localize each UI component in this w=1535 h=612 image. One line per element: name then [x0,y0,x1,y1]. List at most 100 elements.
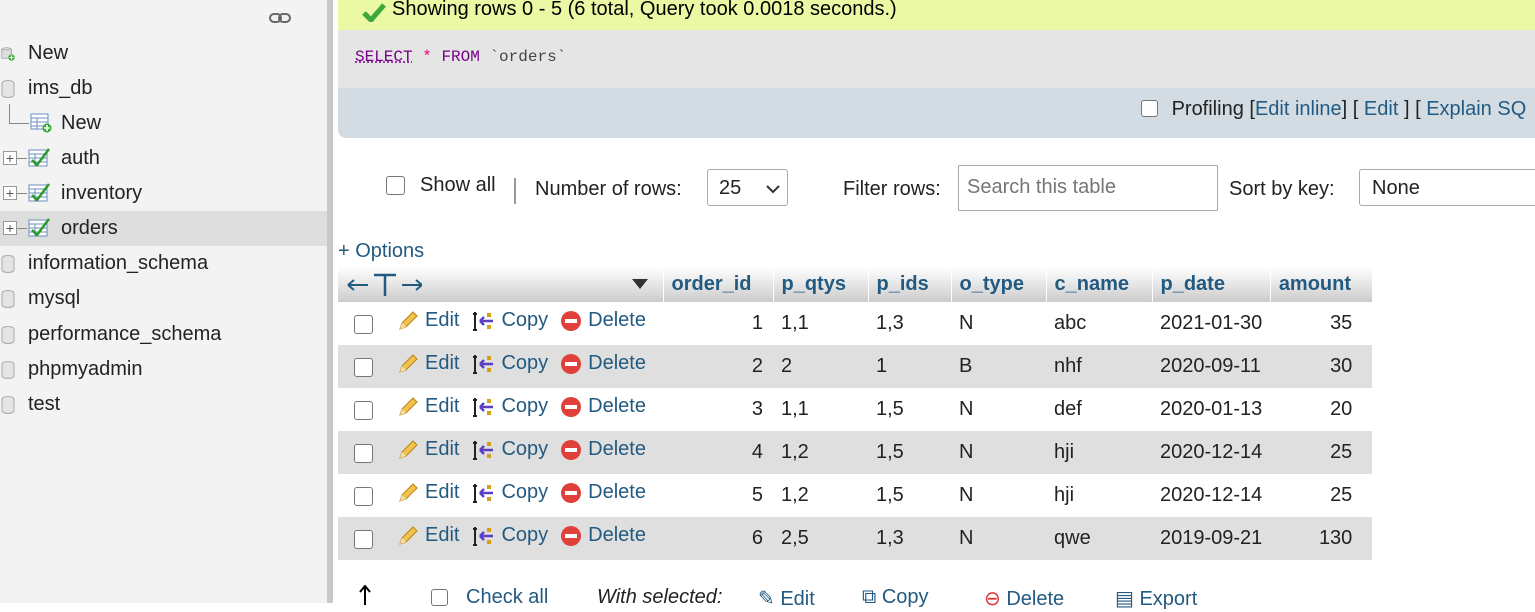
edit-row-button[interactable]: Edit [397,352,459,375]
delete-row-button[interactable]: Delete [560,352,646,375]
edit-row-button[interactable]: Edit [397,309,459,332]
sidebar-item-mysql[interactable]: mysql [0,281,327,316]
cell-order-id[interactable]: 3 [663,388,773,431]
cell-o-type[interactable]: N [951,474,1046,517]
cell-p-ids[interactable]: 1,5 [868,388,951,431]
copy-row-button[interactable]: Copy [471,524,548,547]
copy-row-button[interactable]: Copy [471,481,548,504]
profiling-checkbox[interactable] [1141,100,1158,117]
bulk-delete-button[interactable]: ⊖ Delete [984,586,1064,611]
expand-icon[interactable]: + [3,186,17,200]
row-checkbox[interactable] [354,400,373,420]
cell-c-name[interactable]: abc [1046,302,1152,345]
sidebar-item-performance-schema[interactable]: performance_schema [0,317,327,352]
bulk-export-button[interactable]: ▤ Export [1115,586,1197,611]
filter-rows-input[interactable]: Search this table [958,165,1218,211]
column-header-order-id[interactable]: order_id [663,267,774,302]
row-checkbox[interactable] [354,357,373,377]
cell-c-name[interactable]: def [1046,388,1152,431]
cell-p-date[interactable]: 2021-01-30 [1152,302,1271,345]
column-header-p-date[interactable]: p_date [1152,267,1271,302]
cell-amount[interactable]: 20 [1270,388,1373,431]
sidebar-item-new[interactable]: New [0,36,327,71]
cell-amount[interactable]: 25 [1270,431,1373,474]
bulk-copy-button[interactable]: ⧉ Copy [862,586,929,609]
copy-row-button[interactable]: Copy [471,309,548,332]
cell-p-qtys[interactable]: 2,5 [773,517,868,560]
check-all-checkbox[interactable] [431,589,448,606]
cell-o-type[interactable]: B [951,345,1046,388]
cell-order-id[interactable]: 4 [663,431,773,474]
cell-p-ids[interactable]: 1,5 [868,474,951,517]
edit-row-button[interactable]: Edit [397,438,459,461]
cell-p-qtys[interactable]: 1,1 [773,302,868,345]
options-toggle[interactable]: + Options [338,240,424,263]
cell-p-qtys[interactable]: 1,2 [773,431,868,474]
cell-p-date[interactable]: 2020-12-14 [1152,431,1271,474]
column-header-c-name[interactable]: c_name [1046,267,1153,302]
cell-p-date[interactable]: 2020-12-14 [1152,474,1271,517]
resize-columns-icon[interactable] [346,272,422,298]
row-checkbox[interactable] [354,443,373,463]
cell-p-qtys[interactable]: 1,2 [773,474,868,517]
cell-p-ids[interactable]: 1 [868,345,951,388]
cell-amount[interactable]: 25 [1270,474,1373,517]
column-header-amount[interactable]: amount [1270,267,1373,302]
cell-amount[interactable]: 35 [1270,302,1373,345]
cell-order-id[interactable]: 6 [663,517,773,560]
cell-order-id[interactable]: 2 [663,345,773,388]
cell-p-date[interactable]: 2020-01-13 [1152,388,1271,431]
number-of-rows-select[interactable]: 25 [707,169,788,206]
cell-p-qtys[interactable]: 1,1 [773,388,868,431]
copy-row-button[interactable]: Copy [471,352,548,375]
delete-row-button[interactable]: Delete [560,309,646,332]
sidebar-item-test[interactable]: test [0,387,327,422]
cell-c-name[interactable]: hji [1046,474,1152,517]
cell-c-name[interactable]: qwe [1046,517,1152,560]
sidebar-item-auth[interactable]: + auth [0,141,327,176]
row-checkbox[interactable] [354,314,373,334]
cell-o-type[interactable]: N [951,302,1046,345]
sidebar-item-inventory[interactable]: + inventory [0,176,327,211]
delete-row-button[interactable]: Delete [560,524,646,547]
explain-sql-link[interactable]: Explain SQ [1426,98,1526,120]
column-header-o-type[interactable]: o_type [951,267,1047,302]
cell-o-type[interactable]: N [951,431,1046,474]
check-all-link[interactable]: Check all [466,586,548,609]
cell-p-ids[interactable]: 1,3 [868,302,951,345]
edit-row-button[interactable]: Edit [397,524,459,547]
copy-row-button[interactable]: Copy [471,395,548,418]
sort-by-key-select[interactable]: None [1359,169,1535,206]
delete-row-button[interactable]: Delete [560,438,646,461]
cell-order-id[interactable]: 5 [663,474,773,517]
cell-p-ids[interactable]: 1,3 [868,517,951,560]
cell-c-name[interactable]: nhf [1046,345,1152,388]
edit-inline-link[interactable]: Edit inline [1255,98,1342,120]
cell-o-type[interactable]: N [951,388,1046,431]
edit-row-button[interactable]: Edit [397,395,459,418]
cell-amount[interactable]: 30 [1270,345,1373,388]
sort-dropdown-icon[interactable] [631,278,649,290]
link-icon[interactable] [269,12,291,24]
sql-query[interactable]: SELECT * FROM `orders` [355,48,566,66]
delete-row-button[interactable]: Delete [560,395,646,418]
cell-p-qtys[interactable]: 2 [773,345,868,388]
delete-row-button[interactable]: Delete [560,481,646,504]
cell-p-date[interactable]: 2020-09-11 [1152,345,1271,388]
cell-amount[interactable]: 130 [1270,517,1373,560]
row-checkbox[interactable] [354,486,373,506]
expand-icon[interactable]: + [3,221,17,235]
sidebar-item-ims-db[interactable]: ims_db [0,71,327,106]
row-checkbox[interactable] [354,529,373,549]
column-header-p-ids[interactable]: p_ids [868,267,952,302]
sidebar-item-information-schema[interactable]: information_schema [0,246,327,281]
sidebar-item-orders[interactable]: + orders [0,211,327,246]
sidebar-resizer[interactable] [327,0,333,603]
cell-c-name[interactable]: hji [1046,431,1152,474]
cell-order-id[interactable]: 1 [663,302,773,345]
cell-o-type[interactable]: N [951,517,1046,560]
cell-p-ids[interactable]: 1,5 [868,431,951,474]
bulk-edit-button[interactable]: ✎ Edit [758,586,815,611]
cell-p-date[interactable]: 2019-09-21 [1152,517,1271,560]
show-all-checkbox[interactable] [386,176,405,195]
